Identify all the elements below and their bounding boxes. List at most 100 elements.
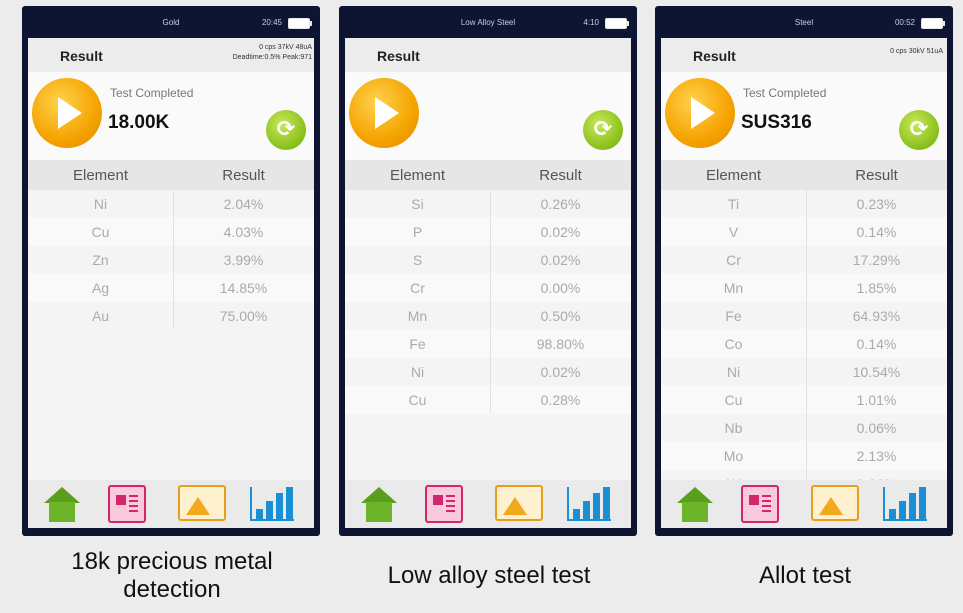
caption-precious-metal: 18k precious metal detection [71,548,273,603]
result-table: Ni 2.04% Cu 4.03% Zn 3.99% Ag 14.85% Au 75.00… [28,190,314,330]
column-result: Result [539,167,582,184]
info-line-2: Deadtime:0.5% Peak:971 [232,54,312,61]
table-row: P 0.02% [345,218,631,246]
element-cell: Cr [410,280,425,296]
table-row: S 0.02% [345,246,631,274]
result-label: Result [693,48,736,64]
result-cell: 75.00% [219,308,268,324]
spectrum-icon[interactable] [495,485,543,521]
result-cell: 0.02% [540,364,581,380]
caption-low-alloy-steel: Low alloy steel test [387,562,591,589]
result-cell: 0.14% [856,224,897,240]
spectrum-icon[interactable] [811,485,859,521]
element-cell: Nb [724,420,743,436]
element-cell: Fe [725,308,742,324]
bar-chart-icon[interactable] [567,485,611,521]
battery-icon [921,18,945,29]
table-row: Ni 0.02% [345,358,631,386]
result-cell: 0.02% [540,224,581,240]
result-cell: 1.85% [856,280,897,296]
measurement-info: 0 cps 37kV 48uA Deadtime:0.5% Peak:971 [233,43,312,63]
device-screen-steel: Steel 00:52 Result 0 cps 30kV 51uA Test … [655,6,953,536]
battery-icon [605,18,629,29]
result-header: Result 0 cps 37kV 48uA Deadtime:0.5% Pea… [28,38,314,73]
battery-icon [288,18,312,29]
result-table: Ti 0.23% V 0.14% Cr 17.29% Mn 1.85% Fe 64.93%… [661,190,947,498]
home-icon[interactable] [359,485,399,523]
element-cell: Co [724,336,743,352]
table-row: Cu 0.28% [345,386,631,414]
result-header: Result [345,38,631,73]
element-cell: Cr [726,252,741,268]
table-row: Nb 0.06% [661,414,947,442]
result-cell: 0.23% [856,196,897,212]
result-cell: 14.85% [219,280,268,296]
element-cell: Cu [724,392,743,408]
table-row: Cr 17.29% [661,246,947,274]
result-cell: 17.29% [852,252,901,268]
spectrum-icon[interactable] [178,485,226,521]
home-icon[interactable] [42,485,82,523]
result-summary: Test Completed SUS316 ⟳ [661,72,947,160]
element-cell: Ti [727,196,740,212]
element-cell: Fe [409,336,426,352]
element-cell: Cu [408,392,427,408]
play-icon[interactable] [665,78,735,148]
table-row: Cu 1.01% [661,386,947,414]
element-cell: Au [91,308,110,324]
result-cell: 2.13% [856,448,897,464]
table-row: Ni 2.04% [28,190,314,218]
table-row: Mo 2.13% [661,442,947,470]
element-cell: Ni [93,196,108,212]
column-result: Result [222,167,265,184]
result-cell: 10.54% [852,364,901,380]
bar-chart-icon[interactable] [250,485,294,521]
refresh-icon[interactable]: ⟳ [583,110,623,150]
bottom-nav [345,480,631,528]
play-icon[interactable] [32,78,102,148]
table-row: Zn 3.99% [28,246,314,274]
element-cell: Zn [92,252,109,268]
device-screen-low-alloy-steel: Low Alloy Steel 4:10 Result ⟳ Element Re… [339,6,637,536]
report-icon[interactable] [108,485,146,523]
column-element: Element [705,167,762,184]
play-icon[interactable] [349,78,419,148]
table-row: Cu 4.03% [28,218,314,246]
result-cell: 1.01% [856,392,897,408]
refresh-icon[interactable]: ⟳ [266,110,306,150]
table-row: Mn 0.50% [345,302,631,330]
report-icon[interactable] [425,485,463,523]
status-time: 4:10 [583,18,599,27]
test-status: Test Completed [110,86,194,100]
table-row: Ti 0.23% [661,190,947,218]
measurement-info: 0 cps 30kV 51uA [890,48,943,55]
table-row: Fe 64.93% [661,302,947,330]
screen: Result ⟳ Element Result Si 0.26% P 0.02% S… [345,38,631,528]
bar-chart-icon[interactable] [883,485,927,521]
test-value: 18.00K [108,112,170,133]
column-element: Element [72,167,129,184]
result-cell: 0.02% [540,252,581,268]
table-header: Element Result [661,160,947,190]
screen: Result 0 cps 30kV 51uA Test Completed SU… [661,38,947,528]
report-icon[interactable] [741,485,779,523]
caption-allot-test: Allot test [758,562,852,589]
result-cell: 0.06% [856,420,897,436]
table-row: Ni 10.54% [661,358,947,386]
element-cell: P [412,224,423,240]
result-cell: 0.14% [856,336,897,352]
element-cell: Mn [407,308,428,324]
home-icon[interactable] [675,485,715,523]
result-cell: 4.03% [223,224,264,240]
status-bar: Gold 20:45 [22,12,320,34]
result-cell: 64.93% [852,308,901,324]
status-bar: Steel 00:52 [655,12,953,34]
result-summary: Test Completed 18.00K ⟳ [28,72,314,160]
element-cell: Cu [91,224,110,240]
result-cell: 3.99% [223,252,264,268]
result-cell: 98.80% [536,336,585,352]
table-row: Co 0.14% [661,330,947,358]
result-label: Result [377,48,420,64]
device-screen-gold: Gold 20:45 Result 0 cps 37kV 48uA Deadti… [22,6,320,536]
refresh-icon[interactable]: ⟳ [899,110,939,150]
